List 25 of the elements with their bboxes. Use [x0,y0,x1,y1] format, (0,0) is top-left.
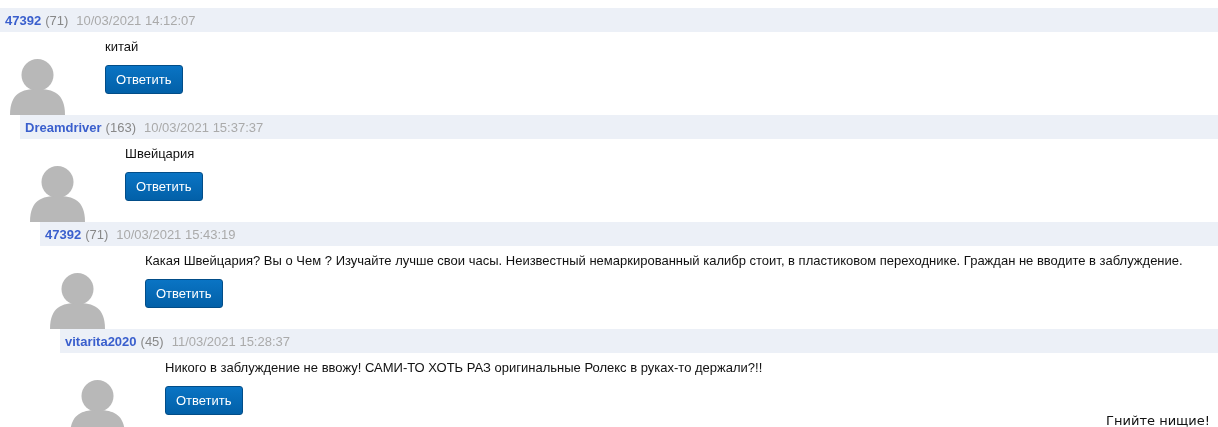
comment-date: 11/03/2021 15:28:37 [171,333,290,349]
comment-text: китай [105,39,140,55]
author-link[interactable]: 47392 [5,12,42,28]
signature-text: Гнийте нищие! [1106,413,1210,427]
comment-date: 10/03/2021 15:37:37 [143,119,264,135]
author-link[interactable]: Dreamdriver [25,119,102,135]
reply-button[interactable]: Ответить [145,279,223,308]
avatar-icon [70,380,125,427]
comment-text: Какая Швейцария? Вы о Чем ? Изучайте лучше свои часы. Неизвестный немаркированный калибр стоит, в пластиковом переходнике. Граждан не вводите в заблуждение. [145,253,1184,269]
comment-date: 10/03/2021 15:43:19 [116,226,236,242]
avatar-icon [10,59,65,115]
avatar-icon [30,166,85,222]
comment-text: Швейцария [125,146,196,162]
reply-button[interactable]: Ответить [105,65,183,94]
avatar-icon [50,273,105,329]
author-link[interactable]: vitarita2020 [65,333,137,349]
author-rating: (71) [85,226,109,242]
author-link[interactable]: 47392 [45,226,82,242]
author-rating: (163) [105,119,136,135]
author-rating: (45) [140,333,164,349]
author-rating: (71) [45,12,69,28]
comment-date: 10/03/2021 14:12:07 [76,12,196,28]
reply-button[interactable]: Ответить [125,172,203,201]
comment-text: Никого в заблуждение не ввожу! САМИ-ТО ХОТЬ РАЗ оригинальные Ролекс в руках-то держали?!! [165,360,764,376]
reply-button[interactable]: Ответить [165,386,243,415]
